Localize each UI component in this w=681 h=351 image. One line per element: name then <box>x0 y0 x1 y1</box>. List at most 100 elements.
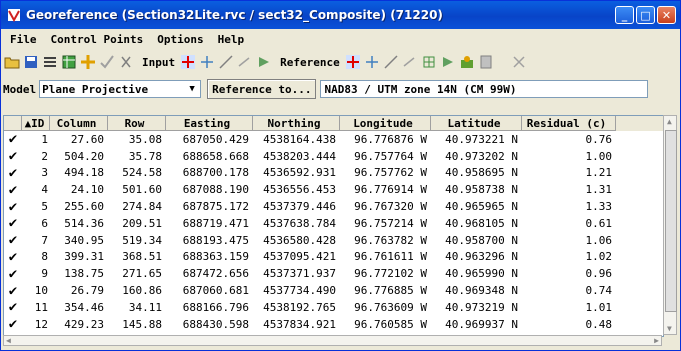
input-link-icon[interactable] <box>236 53 254 71</box>
checkmark-icon[interactable]: ✔ <box>4 316 22 332</box>
table-cell: 688700.178 <box>182 166 249 180</box>
table-row[interactable]: ✔ 12 429.23 145.88 688430.598 4537834.921 96.7… <box>4 316 663 333</box>
checkmark-icon[interactable]: ✔ <box>4 182 22 198</box>
close-button[interactable]: ✕ <box>657 6 676 24</box>
control-points-table: ▲ID Column Row Easting Northing Longitud… <box>3 115 664 337</box>
header-row[interactable]: Row <box>108 116 166 131</box>
table-cell: 40.973219 N <box>445 300 518 314</box>
reference-grid-icon[interactable] <box>420 53 438 71</box>
table-row[interactable]: ✔ 5 255.60 274.84 687875.172 4537379.446 96.76… <box>4 198 663 215</box>
title-bar[interactable]: Georeference (Section32Lite.rvc / sect32… <box>1 1 680 29</box>
save-icon[interactable] <box>22 53 40 71</box>
table-cell: 0.96 <box>585 267 613 281</box>
table-cell: 4537734.490 <box>263 284 336 298</box>
table-cell: 688193.475 <box>182 233 249 247</box>
table-cell: 687088.190 <box>182 183 249 197</box>
menu-control-points[interactable]: Control Points <box>44 31 151 49</box>
table-cell: 96.767320 W <box>354 200 427 214</box>
table-row[interactable]: ✔ 2 504.20 35.78 688658.668 4538203.444 96.757… <box>4 148 663 165</box>
table-cell: 688430.598 <box>182 317 249 331</box>
header-column[interactable]: Column <box>50 116 108 131</box>
reference-point-icon[interactable] <box>363 53 381 71</box>
add-point-icon[interactable] <box>79 53 97 71</box>
checkmark-icon[interactable]: ✔ <box>4 165 22 181</box>
model-select[interactable]: Plane Projective ▼ <box>39 80 202 98</box>
header-northing[interactable]: Northing <box>253 116 340 131</box>
table-cell: 7 <box>41 233 48 247</box>
horizontal-scrollbar[interactable]: ◀ ▶ <box>3 335 662 346</box>
auto-point-icon[interactable] <box>458 53 476 71</box>
table-cell: 3 <box>41 166 48 180</box>
checkmark-icon[interactable]: ✔ <box>4 232 22 248</box>
chevron-down-icon[interactable]: ▼ <box>184 81 200 97</box>
table-row[interactable]: ✔ 8 399.31 368.51 688363.159 4537095.421 96.76… <box>4 249 663 266</box>
reference-link-icon[interactable] <box>401 53 419 71</box>
table-cell: 524.58 <box>122 166 162 180</box>
table-cell: 24.10 <box>70 183 104 197</box>
menu-help[interactable]: Help <box>211 31 252 49</box>
table-row[interactable]: ✔ 10 26.79 160.86 687060.681 4537734.490 96.77… <box>4 282 663 299</box>
table-row[interactable]: ✔ 7 340.95 519.34 688193.475 4536580.428 96.76… <box>4 232 663 249</box>
header-latitude[interactable]: Latitude <box>431 116 522 131</box>
input-point-icon[interactable] <box>198 53 216 71</box>
table-cell: 0.76 <box>585 132 613 146</box>
print-icon[interactable] <box>477 53 495 71</box>
accept-icon[interactable] <box>98 53 116 71</box>
checkmark-icon[interactable]: ✔ <box>4 266 22 282</box>
header-id[interactable]: ▲ID <box>22 116 50 131</box>
table-cell: 4538192.765 <box>263 300 336 314</box>
table-cell: 0.74 <box>585 284 613 298</box>
table-cell: 255.60 <box>64 200 104 214</box>
table-cell: 40.965990 N <box>445 267 518 281</box>
vertical-scroll-thumb[interactable] <box>665 130 677 312</box>
table-cell: 11 <box>34 300 48 314</box>
table-row[interactable]: ✔ 9 138.75 271.65 687472.656 4537371.937 96.77… <box>4 265 663 282</box>
reference-line-icon[interactable] <box>382 53 400 71</box>
minimize-button[interactable]: _ <box>615 6 634 24</box>
checkmark-icon[interactable]: ✔ <box>4 148 22 164</box>
table-cell: 35.78 <box>128 149 162 163</box>
table-cell: 1.31 <box>585 183 613 197</box>
reference-display-icon[interactable] <box>344 53 362 71</box>
table-cell: 40.973202 N <box>445 149 518 163</box>
table-cell: 688658.668 <box>182 149 249 163</box>
open-folder-icon[interactable] <box>3 53 21 71</box>
table-cell: 1.21 <box>585 166 613 180</box>
header-easting[interactable]: Easting <box>166 116 253 131</box>
delete-point-icon[interactable] <box>117 53 135 71</box>
table-icon[interactable] <box>60 53 78 71</box>
header-longitude[interactable]: Longitude <box>340 116 431 131</box>
checkmark-icon[interactable]: ✔ <box>4 215 22 231</box>
reference-region-icon[interactable] <box>439 53 457 71</box>
vertical-scrollbar[interactable]: ▲ ▼ <box>663 115 677 335</box>
checkmark-icon[interactable]: ✔ <box>4 283 22 299</box>
table-row[interactable]: ✔ 4 24.10 501.60 687088.190 4536556.453 96.776… <box>4 181 663 198</box>
table-row[interactable]: ✔ 1 27.60 35.08 687050.429 4538164.438 96.7768… <box>4 131 663 148</box>
header-residual[interactable]: Residual (c) <box>522 116 616 131</box>
table-row[interactable]: ✔ 11 354.46 34.11 688166.796 4538192.765 96.76… <box>4 299 663 316</box>
table-cell: 504.20 <box>64 149 104 163</box>
table-cell: 4 <box>41 183 48 197</box>
table-cell: 96.757764 W <box>354 149 427 163</box>
menu-file[interactable]: File <box>3 31 44 49</box>
input-line-icon[interactable] <box>217 53 235 71</box>
maximize-button[interactable]: □ <box>636 6 655 24</box>
checkmark-icon[interactable]: ✔ <box>4 299 22 315</box>
checkmark-icon[interactable]: ✔ <box>4 249 22 265</box>
table-cell: 1.06 <box>585 233 613 247</box>
table-row[interactable]: ✔ 3 494.18 524.58 688700.178 4536592.931 96.75… <box>4 165 663 182</box>
input-display-icon[interactable] <box>179 53 197 71</box>
list-icon[interactable] <box>41 53 59 71</box>
checkmark-icon[interactable]: ✔ <box>4 199 22 215</box>
table-cell: 687875.172 <box>182 200 249 214</box>
reference-to-button[interactable]: Reference to... <box>207 79 317 99</box>
menu-options[interactable]: Options <box>150 31 210 49</box>
table-cell: 0.48 <box>585 317 613 331</box>
table-cell: 40.968105 N <box>445 216 518 230</box>
checkmark-icon[interactable]: ✔ <box>4 131 22 147</box>
table-cell: 9 <box>41 267 48 281</box>
input-region-icon[interactable] <box>255 53 273 71</box>
close-x-icon[interactable] <box>510 53 528 71</box>
table-cell: 40.958695 N <box>445 166 518 180</box>
table-row[interactable]: ✔ 6 514.36 209.51 688719.471 4537638.784 96.75… <box>4 215 663 232</box>
